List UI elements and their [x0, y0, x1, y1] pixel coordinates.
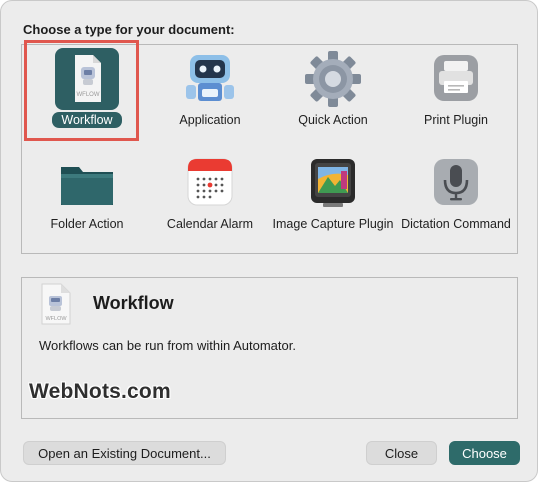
dialog-prompt: Choose a type for your document: — [23, 22, 235, 37]
watermark: WebNots.com — [29, 380, 171, 403]
type-label: Quick Action — [298, 113, 368, 127]
new-document-dialog: Choose a type for your document: WFLOW W… — [0, 0, 538, 482]
type-quick-action[interactable]: Quick Action — [271, 45, 395, 147]
description-document-icon: WFLOW — [39, 283, 73, 325]
printer-icon — [424, 49, 488, 109]
type-folder-action[interactable]: Folder Action — [25, 149, 149, 251]
selection-highlight — [24, 40, 139, 141]
open-existing-document-button[interactable]: Open an Existing Document... — [23, 441, 226, 465]
folder-icon — [55, 153, 119, 213]
type-application[interactable]: Application — [148, 45, 272, 147]
type-label: Folder Action — [50, 217, 124, 231]
type-label: Application — [179, 113, 241, 127]
type-label: Print Plugin — [424, 113, 488, 127]
image-capture-icon — [301, 153, 365, 213]
type-dictation-command[interactable]: Dictation Command — [394, 149, 518, 251]
description-title: Workflow — [93, 293, 174, 313]
choose-button[interactable]: Choose — [449, 441, 520, 465]
microphone-icon — [424, 153, 488, 213]
icon-caption: WFLOW — [45, 316, 67, 322]
type-label: Calendar Alarm — [166, 217, 254, 231]
type-image-capture-plugin[interactable]: Image Capture Plugin — [271, 149, 395, 251]
type-label: Dictation Command — [401, 217, 511, 231]
type-label: Image Capture Plugin — [272, 217, 394, 231]
description-text: Workflows can be run from within Automat… — [39, 338, 296, 353]
automator-robot-icon — [178, 49, 242, 109]
calendar-icon — [178, 153, 242, 213]
close-button[interactable]: Close — [366, 441, 437, 465]
gear-icon — [301, 49, 365, 109]
type-calendar-alarm[interactable]: Calendar Alarm — [148, 149, 272, 251]
type-print-plugin[interactable]: Print Plugin — [394, 45, 518, 147]
